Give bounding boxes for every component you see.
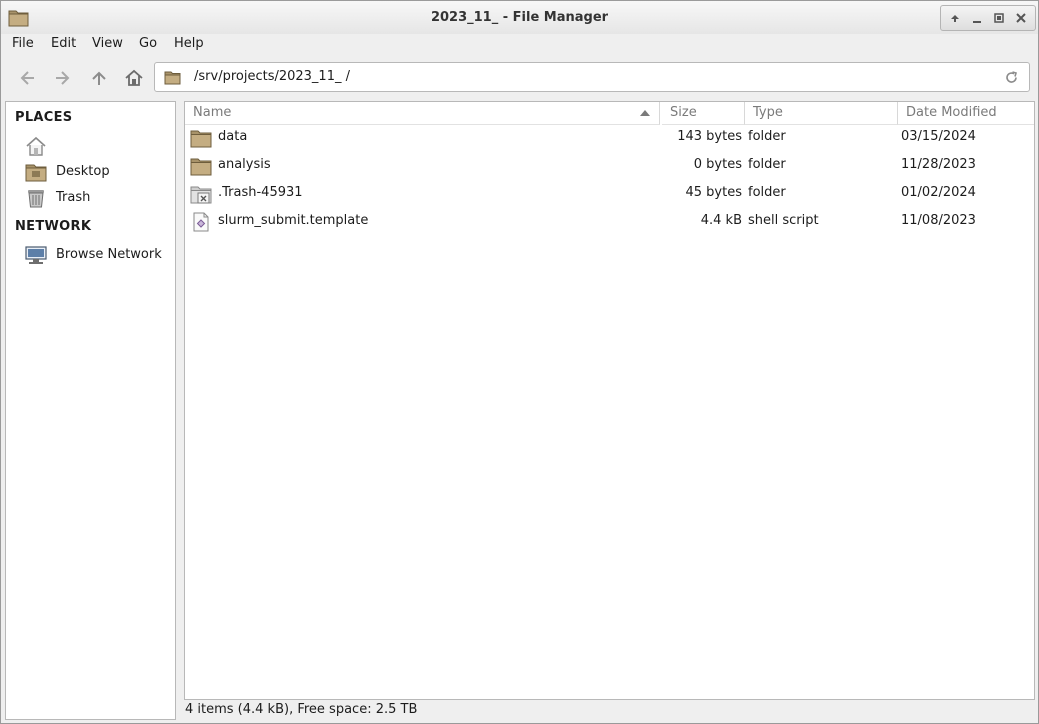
network-icon — [25, 246, 47, 264]
file-manager-window: 2023_11_ - File Manager File Edit View G… — [0, 0, 1039, 724]
location-bar[interactable]: /srv/projects/2023_11_ / — [154, 62, 1030, 92]
back-icon[interactable] — [16, 67, 38, 89]
maximize-icon[interactable] — [991, 10, 1007, 26]
menu-help[interactable]: Help — [174, 36, 204, 51]
column-header-date[interactable]: Date Modified — [898, 102, 1034, 125]
file-type: folder — [748, 157, 786, 172]
trash-icon — [28, 190, 44, 208]
file-size: 4.4 kB — [700, 213, 742, 228]
menu-bar: File Edit View Go Help — [1, 34, 1038, 56]
window-controls — [940, 5, 1036, 31]
file-date: 11/08/2023 — [901, 213, 976, 228]
title-bar[interactable]: 2023_11_ - File Manager — [1, 1, 1038, 34]
shade-icon[interactable] — [947, 10, 963, 26]
status-bar: 4 items (4.4 kB), Free space: 2.5 TB — [185, 702, 418, 717]
table-row[interactable]: slurm_submit.template 4.4 kB shell scrip… — [185, 208, 1034, 236]
file-size: 45 bytes — [685, 185, 743, 200]
sidebar-item-desktop[interactable]: Desktop — [24, 161, 174, 183]
menu-edit[interactable]: Edit — [51, 36, 76, 51]
sidebar-item-label: Trash — [56, 190, 91, 205]
file-name: slurm_submit.template — [218, 213, 369, 228]
file-date: 11/28/2023 — [901, 157, 976, 172]
file-list: Name Size Type Date Modified data 143 by… — [184, 101, 1035, 700]
up-icon[interactable] — [88, 67, 110, 89]
sidebar: PLACES Desktop Trash NETWORK Browse Netw… — [5, 101, 176, 720]
column-header-type[interactable]: Type — [745, 102, 898, 125]
sort-ascending-icon — [640, 110, 650, 116]
table-row[interactable]: .Trash-45931 45 bytes folder 01/02/2024 — [185, 180, 1034, 208]
file-type: shell script — [748, 213, 819, 228]
file-name: data — [218, 129, 248, 144]
file-type: folder — [748, 185, 786, 200]
trash-folder-icon — [190, 186, 212, 204]
folder-icon — [190, 158, 212, 176]
pane-splitter[interactable] — [178, 101, 183, 720]
file-date: 03/15/2024 — [901, 129, 976, 144]
folder-icon — [164, 71, 181, 85]
sidebar-item-label: Desktop — [56, 164, 110, 179]
home-icon — [26, 136, 46, 156]
desktop-icon — [25, 164, 47, 182]
network-header: NETWORK — [15, 219, 92, 234]
sidebar-item-label: Browse Network — [56, 247, 162, 262]
file-date: 01/02/2024 — [901, 185, 976, 200]
table-row[interactable]: analysis 0 bytes folder 11/28/2023 — [185, 152, 1034, 180]
column-header-size[interactable]: Size — [662, 102, 745, 125]
sidebar-item-home[interactable] — [24, 135, 174, 157]
column-header-name[interactable]: Name — [185, 102, 660, 125]
folder-icon — [190, 130, 212, 148]
minimize-icon[interactable] — [969, 10, 985, 26]
file-name: analysis — [218, 157, 271, 172]
window-title: 2023_11_ - File Manager — [430, 10, 609, 25]
file-size: 0 bytes — [693, 157, 742, 172]
menu-view[interactable]: View — [92, 36, 123, 51]
script-file-icon — [193, 212, 209, 232]
file-name: .Trash-45931 — [218, 185, 303, 200]
location-path[interactable]: /srv/projects/2023_11_ / — [194, 69, 350, 84]
menu-file[interactable]: File — [12, 36, 34, 51]
sidebar-item-trash[interactable]: Trash — [24, 187, 174, 209]
close-icon[interactable] — [1013, 10, 1029, 26]
file-size: 143 bytes — [677, 129, 742, 144]
toolbar: /srv/projects/2023_11_ / — [1, 58, 1038, 98]
table-row[interactable]: data 143 bytes folder 03/15/2024 — [185, 124, 1034, 152]
forward-icon[interactable] — [52, 67, 74, 89]
sidebar-item-browse-network[interactable]: Browse Network — [24, 244, 174, 266]
file-type: folder — [748, 129, 786, 144]
places-header: PLACES — [15, 110, 73, 125]
menu-go[interactable]: Go — [139, 36, 157, 51]
reload-icon[interactable] — [1003, 69, 1020, 86]
home-icon[interactable] — [123, 67, 145, 89]
